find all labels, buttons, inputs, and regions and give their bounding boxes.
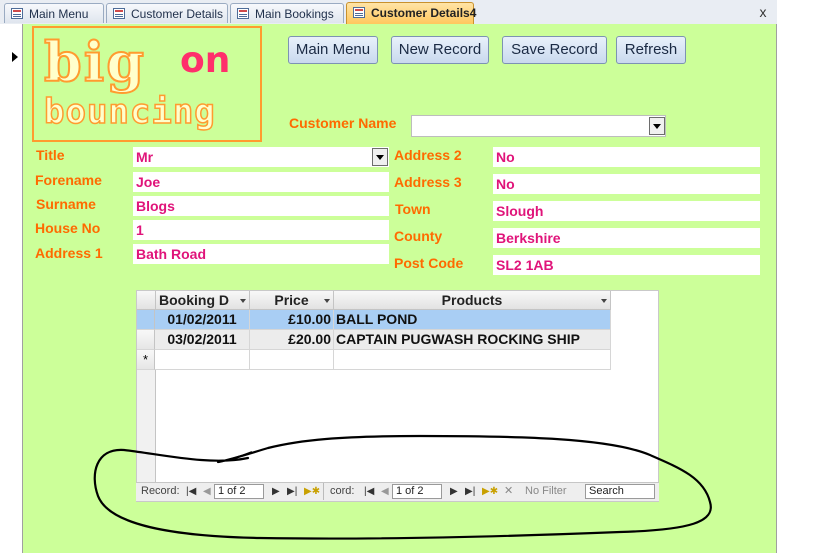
- logo-text-big: big: [43, 29, 147, 95]
- price-cell[interactable]: £10.00: [250, 310, 334, 330]
- last-record-icon[interactable]: ▶|: [465, 483, 475, 500]
- tab-customer-details[interactable]: Customer Details: [106, 3, 228, 23]
- column-header-label: Booking D: [159, 292, 229, 308]
- new-booking-date-cell[interactable]: [155, 350, 250, 370]
- logo-text-bouncing: bouncing: [43, 91, 216, 133]
- refresh-button[interactable]: Refresh: [616, 36, 686, 64]
- title-combo[interactable]: Mr: [133, 147, 389, 167]
- address1-field[interactable]: Bath Road: [133, 244, 389, 264]
- record-selector-strip[interactable]: [0, 24, 23, 553]
- tab-main-menu[interactable]: Main Menu: [4, 3, 104, 23]
- big-on-bouncing-logo: big on bouncing: [32, 26, 262, 142]
- forename-field[interactable]: Joe: [133, 172, 389, 192]
- form-icon: [113, 8, 125, 19]
- first-record-icon[interactable]: |◀: [186, 483, 196, 500]
- address3-label: Address 3: [394, 174, 462, 190]
- post-code-field[interactable]: SL2 1AB: [493, 255, 760, 275]
- address3-field[interactable]: No: [493, 174, 760, 194]
- tab-label: Customer Details: [131, 7, 224, 21]
- town-label: Town: [395, 201, 431, 217]
- last-record-icon[interactable]: ▶|: [287, 483, 297, 500]
- row-selector[interactable]: [137, 310, 155, 330]
- search-input[interactable]: Search: [585, 484, 655, 499]
- customer-name-dropdown-icon[interactable]: [649, 117, 665, 135]
- product-cell[interactable]: CAPTAIN PUGWASH ROCKING SHIP: [334, 330, 611, 350]
- booking-date-cell[interactable]: 01/02/2011: [155, 310, 250, 330]
- town-field[interactable]: Slough: [493, 201, 760, 221]
- record-navigation-bar: Record: |◀ ◀ 1 of 2 ▶ ▶| ▶✱ cord: |◀ ◀ 1…: [136, 482, 659, 501]
- new-record-icon[interactable]: ▶✱: [482, 483, 498, 500]
- new-record-marker: *: [137, 350, 155, 370]
- customer-name-label: Customer Name: [289, 115, 397, 131]
- forename-label: Forename: [35, 172, 102, 188]
- nav-divider: [323, 483, 324, 500]
- next-record-icon[interactable]: ▶: [450, 483, 458, 500]
- chevron-down-icon[interactable]: [601, 299, 607, 303]
- document-tab-strip: Main Menu Customer Details Main Bookings…: [0, 0, 777, 25]
- row-selector[interactable]: [137, 330, 155, 350]
- surname-label: Surname: [36, 196, 96, 212]
- form-icon: [237, 8, 249, 19]
- tab-label: Main Bookings: [255, 7, 334, 21]
- main-menu-button[interactable]: Main Menu: [288, 36, 378, 64]
- column-header-price[interactable]: Price: [250, 291, 334, 310]
- tab-customer-details4[interactable]: Customer Details4: [346, 2, 477, 25]
- form-icon: [11, 8, 23, 19]
- next-record-icon[interactable]: ▶: [272, 483, 280, 500]
- chevron-down-icon[interactable]: [240, 299, 246, 303]
- select-all-corner[interactable]: [137, 291, 156, 310]
- post-code-label: Post Code: [394, 255, 464, 271]
- address2-label: Address 2: [394, 147, 462, 163]
- product-cell[interactable]: BALL POND: [334, 310, 611, 330]
- current-record-arrow-icon: [12, 52, 18, 62]
- address2-field[interactable]: No: [493, 147, 760, 167]
- previous-record-icon[interactable]: ◀: [381, 483, 389, 500]
- no-filter-button[interactable]: No Filter: [525, 483, 567, 500]
- tab-label: Main Menu: [29, 7, 89, 21]
- customer-name-combo[interactable]: [411, 115, 666, 137]
- county-field[interactable]: Berkshire: [493, 228, 760, 248]
- form-icon: [353, 7, 365, 18]
- row-selector-column: [137, 370, 156, 482]
- booking-date-cell[interactable]: 03/02/2011: [155, 330, 250, 350]
- chevron-down-icon[interactable]: [324, 299, 330, 303]
- previous-record-icon[interactable]: ◀: [203, 483, 211, 500]
- house-no-label: House No: [35, 220, 101, 236]
- surname-field[interactable]: Blogs: [133, 196, 389, 216]
- new-record-icon[interactable]: ▶✱: [304, 483, 320, 500]
- logo-text-on: on: [180, 40, 231, 81]
- filter-icon: ✕: [504, 485, 514, 497]
- tab-label: Customer Details4: [371, 6, 477, 20]
- record-label: Record:: [141, 485, 180, 497]
- first-record-icon[interactable]: |◀: [364, 483, 374, 500]
- new-record-button[interactable]: New Record: [391, 36, 489, 64]
- column-header-booking-date[interactable]: Booking D: [156, 291, 250, 310]
- record-number-input[interactable]: 1 of 2: [214, 484, 264, 499]
- title-label: Title: [36, 147, 65, 163]
- price-cell[interactable]: £20.00: [250, 330, 334, 350]
- save-record-button[interactable]: Save Record: [502, 36, 607, 64]
- column-header-label: Price: [274, 292, 309, 308]
- record-label-secondary: cord:: [330, 485, 355, 497]
- address1-label: Address 1: [35, 245, 103, 261]
- new-price-cell[interactable]: [250, 350, 334, 370]
- new-product-cell[interactable]: [334, 350, 611, 370]
- tab-main-bookings[interactable]: Main Bookings: [230, 3, 344, 23]
- form-right-border: [776, 24, 777, 553]
- close-icon[interactable]: x: [755, 4, 771, 20]
- county-label: County: [394, 228, 443, 244]
- house-no-field[interactable]: 1: [133, 220, 389, 240]
- column-header-label: Products: [441, 292, 503, 308]
- record-number-input-secondary[interactable]: 1 of 2: [392, 484, 442, 499]
- column-header-products[interactable]: Products: [334, 291, 611, 310]
- bookings-subform[interactable]: Booking D Price Products 01/02/2011 £10.…: [136, 290, 659, 502]
- title-dropdown-icon[interactable]: [372, 148, 388, 166]
